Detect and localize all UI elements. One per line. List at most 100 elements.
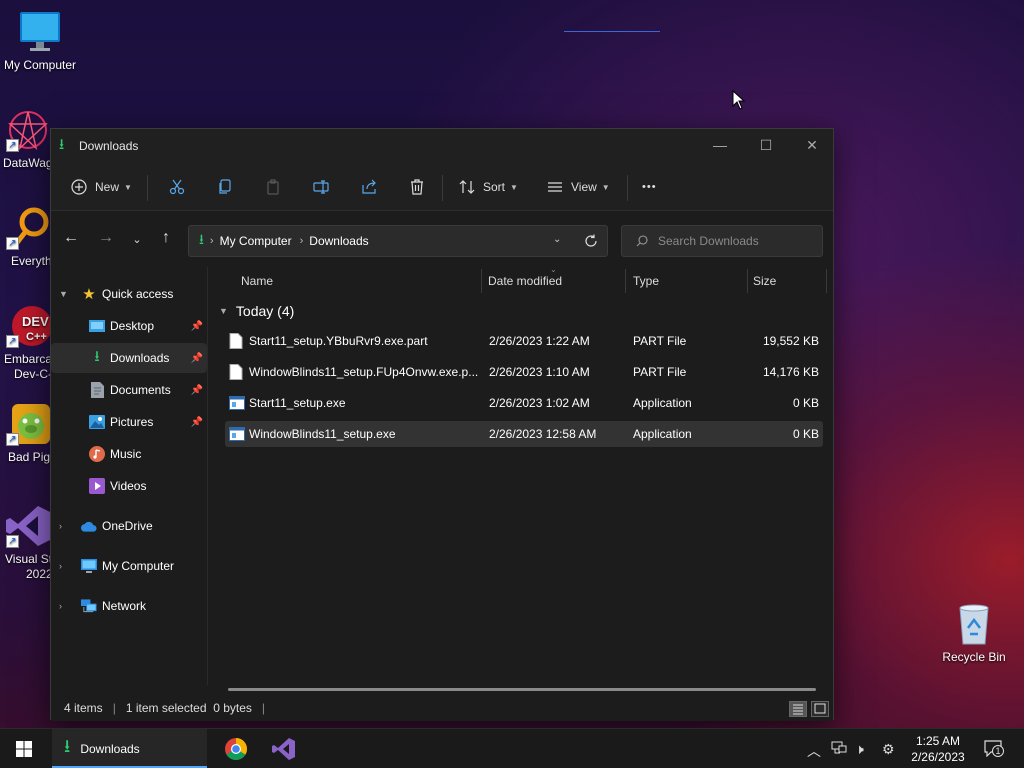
downloads-icon: ⭳ <box>59 135 65 153</box>
rename-icon <box>313 180 329 194</box>
svg-text:C++: C++ <box>26 331 47 343</box>
column-divider[interactable] <box>826 269 827 293</box>
collapsed-chevron-icon[interactable]: › <box>59 521 62 531</box>
column-divider[interactable] <box>625 269 626 293</box>
desktop-icon-recycle-bin[interactable]: Recycle Bin <box>934 602 1014 665</box>
chevron-down-icon: ▼ <box>601 182 610 192</box>
copy-button[interactable] <box>217 173 233 201</box>
shortcut-arrow-icon: ↗ <box>6 237 19 250</box>
volume-icon[interactable]: 🕨 <box>855 741 864 758</box>
more-options-button[interactable]: ••• <box>642 173 657 201</box>
bad-piggies-icon: ↗ <box>6 402 50 446</box>
column-header-name[interactable]: Name <box>241 267 273 295</box>
file-row-selected[interactable]: WindowBlinds11_setup.exe 2/26/2023 12:58… <box>225 421 823 447</box>
taskbar: ⭳ Downloads ︿ 🕨 ⚙ 1:25 AM 2/26/2023 1 <box>0 728 1024 768</box>
search-box[interactable] <box>621 225 823 257</box>
up-arrow-icon[interactable]: ↑ <box>156 229 176 247</box>
nav-network[interactable]: › Network <box>51 591 207 621</box>
shortcut-arrow-icon: ↗ <box>6 335 19 348</box>
back-arrow-icon[interactable]: ← <box>61 229 81 247</box>
clock[interactable]: 1:25 AM 2/26/2023 <box>900 733 976 765</box>
nav-item-pictures[interactable]: Pictures 📌 <box>51 407 207 437</box>
settings-gear-icon[interactable]: ⚙ <box>882 741 895 758</box>
search-input[interactable] <box>658 234 808 248</box>
column-header-size[interactable]: Size <box>753 267 776 295</box>
file-row[interactable]: Start11_setup.exe 2/26/2023 1:02 AM Appl… <box>225 390 823 416</box>
trash-icon <box>411 179 423 195</box>
file-row[interactable]: WindowBlinds11_setup.FUp4Onvw.exe.p... 2… <box>225 359 823 385</box>
notifications-icon[interactable]: 1 <box>984 739 1004 760</box>
search-icon <box>636 235 648 247</box>
file-name: WindowBlinds11_setup.FUp4Onvw.exe.p... <box>249 365 479 379</box>
maximize-button[interactable]: ☐ <box>743 129 789 161</box>
group-label: Today (4) <box>235 303 295 319</box>
start-button[interactable] <box>8 729 40 768</box>
nav-my-computer[interactable]: › My Computer <box>51 551 207 581</box>
nav-item-desktop[interactable]: Desktop 📌 <box>51 311 207 341</box>
column-divider[interactable] <box>747 269 748 293</box>
clipboard-icon <box>267 179 279 195</box>
tiles-view-button[interactable] <box>811 701 829 717</box>
command-bar: New ▼ Sort ▼ View ▼ ••• <box>51 163 833 211</box>
desktop-highlight-line <box>564 31 660 32</box>
show-hidden-icons-chevron-icon[interactable]: ︿ <box>807 741 821 761</box>
pin-icon: 📌 <box>190 416 203 428</box>
file-size: 0 KB <box>792 427 819 441</box>
datawag-icon: ↗ <box>6 108 50 152</box>
network-status-icon[interactable] <box>831 741 847 758</box>
column-header-type[interactable]: Type <box>633 267 659 295</box>
details-view-icon <box>793 704 803 715</box>
group-header-today[interactable]: ▼ Today (4) <box>219 303 294 319</box>
nav-item-music[interactable]: Music <box>51 439 207 469</box>
taskbar-chrome[interactable] <box>220 729 252 768</box>
breadcrumb-my-computer[interactable]: My Computer <box>220 234 292 248</box>
minimize-button[interactable]: — <box>697 129 743 161</box>
column-divider[interactable] <box>481 269 482 293</box>
taskbar-explorer-downloads[interactable]: ⭳ Downloads <box>52 729 207 768</box>
nav-label: Music <box>110 447 142 461</box>
nav-item-downloads[interactable]: ⭳ Downloads 📌 <box>51 343 207 373</box>
desktop-folder-icon <box>89 318 105 334</box>
file-date: 2/26/2023 1:22 AM <box>489 334 590 348</box>
view-button[interactable]: View ▼ <box>547 173 610 201</box>
visual-studio-icon: ↗ <box>6 504 50 548</box>
file-type: Application <box>633 427 692 441</box>
taskbar-visual-studio[interactable] <box>268 729 300 768</box>
visual-studio-icon <box>272 738 295 760</box>
status-bar: 4 items | 1 item selected 0 bytes | <box>51 695 833 721</box>
expanded-chevron-icon[interactable]: ▼ <box>59 289 68 299</box>
nav-quick-access[interactable]: ▼ ★ Quick access <box>51 279 207 309</box>
address-bar[interactable]: ⭳ › My Computer › Downloads ⌄ <box>188 225 608 257</box>
sort-button[interactable]: Sort ▼ <box>459 173 518 201</box>
nav-item-documents[interactable]: Documents 📌 <box>51 375 207 405</box>
desktop-icon-my-computer[interactable]: My Computer <box>0 10 80 73</box>
details-view-button[interactable] <box>789 701 807 717</box>
file-row[interactable]: Start11_setup.YBbuRvr9.exe.part 2/26/202… <box>225 328 823 354</box>
collapsed-chevron-icon[interactable]: › <box>59 561 62 571</box>
taskbar-item-label: Downloads <box>80 742 140 756</box>
forward-arrow-icon[interactable]: → <box>96 229 116 247</box>
expanded-chevron-icon: ▼ <box>219 306 228 316</box>
recent-locations-chevron-icon[interactable]: ⌄ <box>127 233 147 246</box>
close-button[interactable]: ✕ <box>789 129 835 161</box>
pane-divider[interactable] <box>207 267 208 685</box>
recycle-bin-icon <box>952 602 996 646</box>
refresh-icon[interactable] <box>584 234 598 248</box>
nav-onedrive[interactable]: › OneDrive <box>51 511 207 541</box>
windows-logo-icon <box>16 741 32 757</box>
rename-button[interactable] <box>313 173 329 201</box>
share-button[interactable] <box>361 173 377 201</box>
breadcrumb-downloads[interactable]: Downloads <box>309 234 368 248</box>
selection-info: 1 item selected 0 bytes <box>125 701 252 715</box>
navigation-pane: ▼ ★ Quick access Desktop 📌 ⭳ Downloads 📌… <box>51 267 207 685</box>
collapsed-chevron-icon[interactable]: › <box>59 601 62 611</box>
paste-button[interactable] <box>265 173 281 201</box>
horizontal-scrollbar[interactable] <box>228 688 816 691</box>
cut-button[interactable] <box>169 173 185 201</box>
status-divider: | <box>261 701 266 715</box>
file-type: PART File <box>633 334 687 348</box>
delete-button[interactable] <box>409 173 425 201</box>
new-button[interactable]: New ▼ <box>71 173 132 201</box>
address-dropdown-chevron-icon[interactable]: ⌄ <box>553 234 561 245</box>
nav-item-videos[interactable]: Videos <box>51 471 207 501</box>
